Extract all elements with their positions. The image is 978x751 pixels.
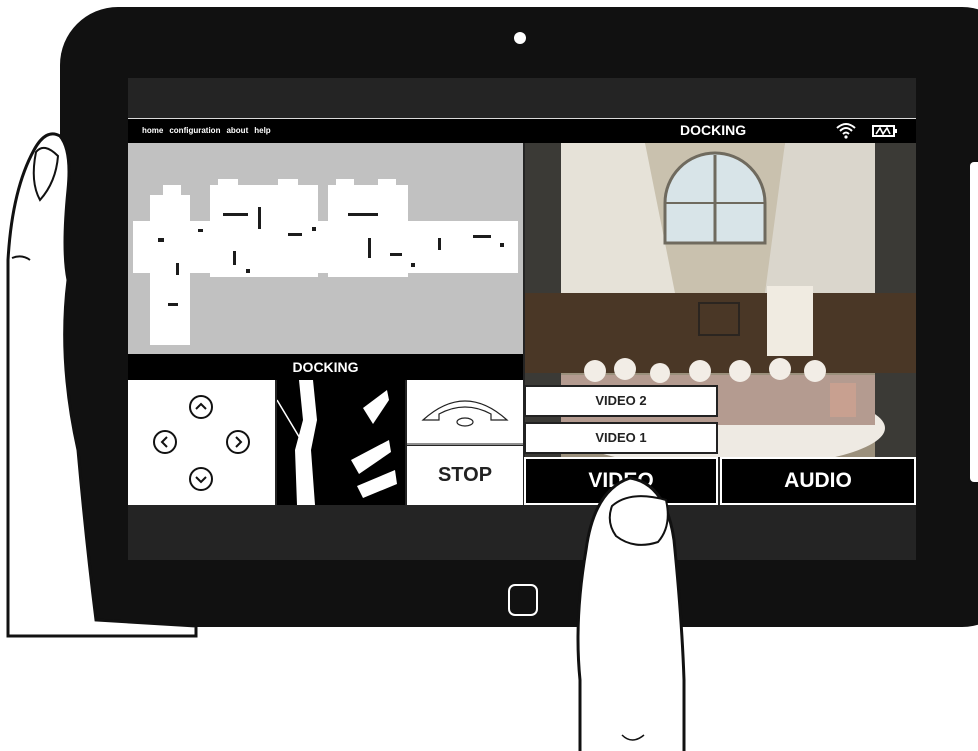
floorplan-map-graphic <box>133 179 518 345</box>
video-1-option[interactable]: VIDEO 1 <box>524 422 718 454</box>
tablet-side-button <box>968 160 978 484</box>
arrow-down-button[interactable] <box>189 467 213 491</box>
chevron-left-icon <box>160 436 168 448</box>
nav-configuration-link[interactable]: configuration <box>169 126 220 135</box>
phone-handset-icon <box>407 400 523 445</box>
video-tab-button[interactable]: VIDEO <box>524 457 718 505</box>
stop-button[interactable]: STOP <box>407 446 523 505</box>
video-2-option[interactable]: VIDEO 2 <box>524 385 718 417</box>
direction-pad <box>128 380 275 505</box>
arrow-right-button[interactable] <box>226 430 250 454</box>
top-bar: home configuration about help DOCKING <box>128 118 916 143</box>
nav-help-link[interactable]: help <box>254 126 270 135</box>
map-docking-label: DOCKING <box>128 354 523 380</box>
call-button[interactable] <box>407 380 523 445</box>
wifi-icon <box>836 123 856 139</box>
nav-home-link[interactable]: home <box>142 126 163 135</box>
page-title: DOCKING <box>680 122 747 138</box>
docking-station-graphic <box>277 380 397 505</box>
chevron-down-icon <box>195 476 207 484</box>
arrow-left-button[interactable] <box>153 430 177 454</box>
chevron-right-icon <box>235 436 243 448</box>
chevron-up-icon <box>195 402 207 410</box>
battery-icon <box>872 125 897 137</box>
nav-menu: home configuration about help <box>142 126 271 135</box>
camera-lens <box>514 32 526 44</box>
nav-about-link[interactable]: about <box>226 126 248 135</box>
occupancy-map[interactable] <box>128 143 523 354</box>
tablet-screen: home configuration about help DOCKING DO… <box>128 78 916 560</box>
docking-camera-view <box>277 380 405 505</box>
audio-tab-button[interactable]: AUDIO <box>720 457 916 505</box>
home-button[interactable] <box>508 584 538 616</box>
arrow-up-button[interactable] <box>189 395 213 419</box>
